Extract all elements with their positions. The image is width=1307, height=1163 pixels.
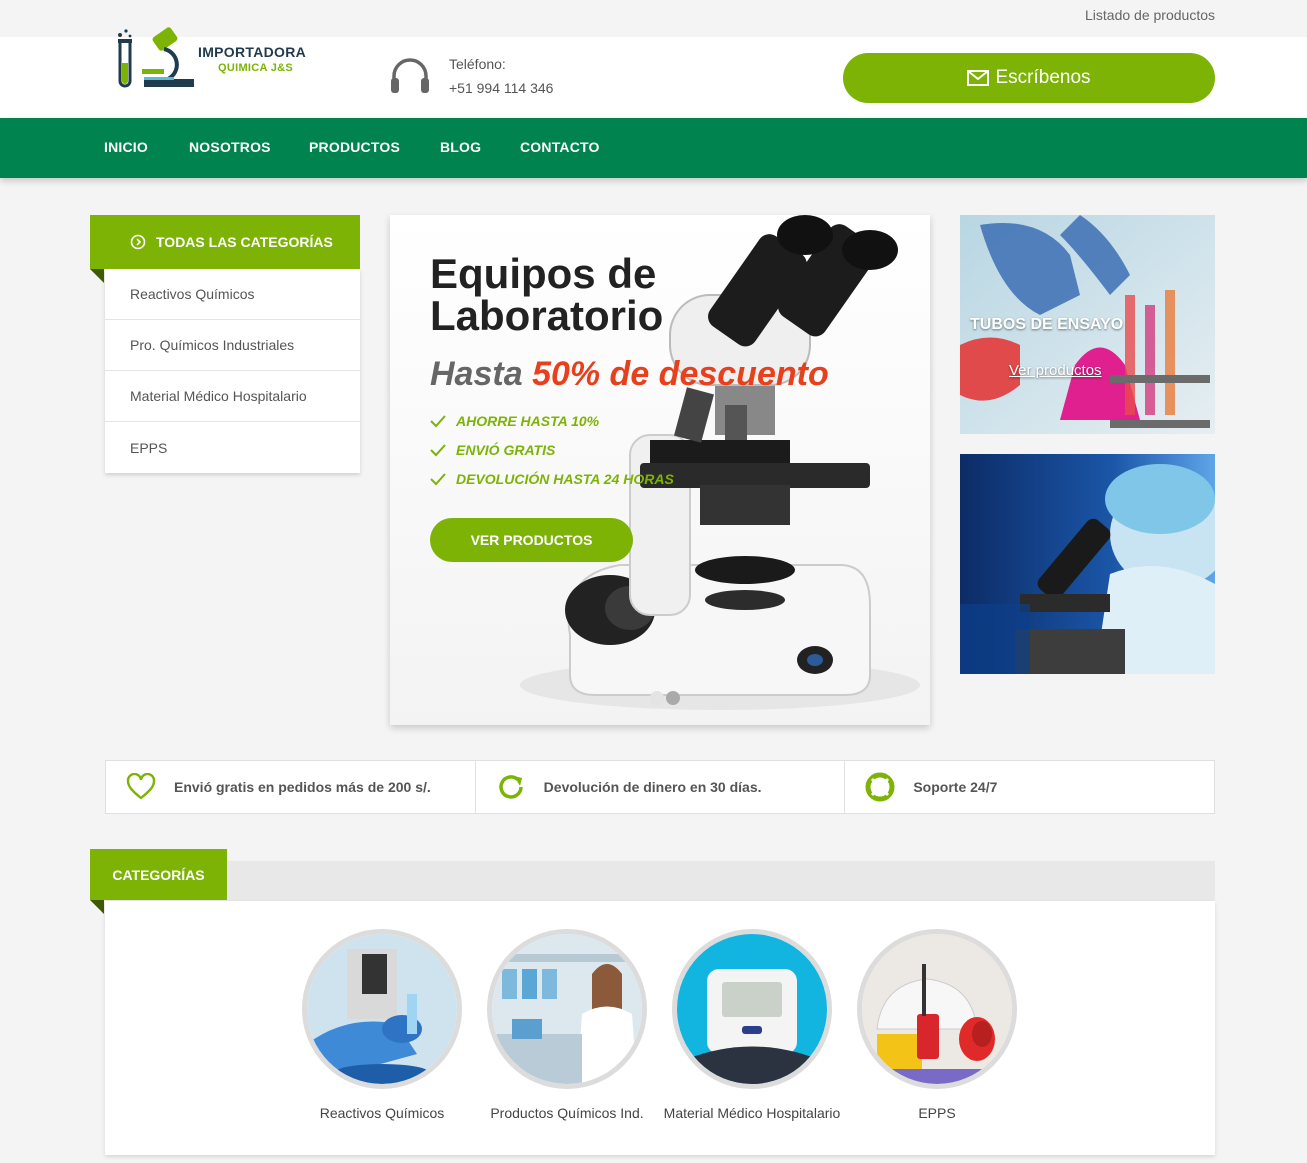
write-us-button[interactable]: Escríbenos	[843, 53, 1215, 103]
features-strip: Envió gratis en pedidos más de 200 s/. D…	[105, 760, 1215, 814]
category-card-epps[interactable]: EPPS	[842, 929, 1032, 1121]
refresh-icon	[498, 775, 523, 799]
category-image	[302, 929, 462, 1089]
hero-feature-label: ENVIÓ GRATIS	[456, 442, 556, 458]
nav-item-productos[interactable]: PRODUCTOS	[309, 139, 400, 155]
phone-label: Teléfono:	[449, 56, 506, 72]
sidebar-item-industriales[interactable]: Pro. Químicos Industriales	[105, 320, 360, 371]
logo-icon	[118, 27, 194, 88]
heart-icon	[126, 773, 156, 800]
category-image	[857, 929, 1017, 1089]
lifebuoy-icon	[865, 772, 895, 802]
sidebar-item-reactivos[interactable]: Reactivos Químicos	[105, 269, 360, 320]
hero-title: Equipos de Laboratorio	[430, 250, 664, 339]
category-name[interactable]: Productos Químicos Ind.	[472, 1105, 662, 1121]
headset-icon	[391, 58, 429, 93]
envelope-icon	[967, 70, 990, 86]
promo-lab-research[interactable]	[960, 454, 1215, 674]
category-list: Reactivos Químicos Pro. Químicos Industr…	[105, 269, 360, 473]
feature-label: Devolución de dinero en 30 días.	[543, 779, 762, 795]
hero-subtitle: Hasta 50% de descuento	[430, 355, 829, 394]
hero-subtitle-highlight: 50% de descuento	[532, 355, 829, 393]
promo-link[interactable]: Ver productos	[1009, 362, 1102, 379]
categories-title: CATEGORÍAS	[90, 849, 227, 900]
category-card-industriales[interactable]: Productos Químicos Ind.	[472, 929, 662, 1121]
hero-feature-label: DEVOLUCIÓN HASTA 24 HORAS	[456, 471, 674, 487]
hero-feature: ENVIÓ GRATIS	[430, 442, 555, 458]
sidebar-item-medico[interactable]: Material Médico Hospitalario	[105, 371, 360, 422]
feature-money-back: Devolución de dinero en 30 días.	[476, 761, 846, 813]
category-card-medico[interactable]: Material Médico Hospitalario	[657, 929, 847, 1121]
promo-test-tubes[interactable]: TUBOS DE ENSAYO Ver productos	[960, 215, 1215, 434]
slider-dot-1[interactable]	[650, 691, 664, 705]
feature-label: Envió gratis en pedidos más de 200 s/.	[174, 779, 431, 795]
category-sidebar: TODAS LAS CATEGORÍAS Reactivos Químicos …	[90, 215, 360, 473]
feature-free-shipping: Envió gratis en pedidos más de 200 s/.	[106, 761, 476, 813]
circle-chevron-right-icon	[130, 234, 146, 250]
logo-subtitle: QUIMICA J&S	[218, 62, 294, 74]
categories-header-bar	[105, 861, 1215, 901]
category-card-reactivos[interactable]: Reactivos Químicos	[287, 929, 477, 1121]
sidebar-item-epps[interactable]: EPPS	[105, 422, 360, 473]
write-us-label: Escríbenos	[995, 67, 1091, 88]
slider-dot-2-active[interactable]	[666, 691, 680, 705]
scientist-microscope-image	[960, 454, 1215, 674]
nav-item-nosotros[interactable]: NOSOTROS	[189, 139, 271, 155]
check-icon	[430, 444, 446, 457]
view-products-button[interactable]: VER PRODUCTOS	[430, 518, 633, 562]
feature-label: Soporte 24/7	[913, 779, 998, 795]
logo-title: IMPORTADORA	[198, 44, 307, 60]
logo[interactable]: IMPORTADORA QUIMICA J&S	[112, 27, 322, 97]
hero-slider: Equipos de Laboratorio Hasta 50% de desc…	[390, 215, 930, 725]
feature-support: Soporte 24/7	[845, 761, 1214, 813]
check-icon	[430, 415, 446, 428]
header: IMPORTADORA QUIMICA J&S Teléfono: +51 99…	[0, 27, 1307, 118]
hero-feature: DEVOLUCIÓN HASTA 24 HORAS	[430, 471, 674, 487]
ribbon-fold	[90, 269, 104, 283]
phone-number[interactable]: +51 994 114 346	[449, 80, 553, 96]
nav-item-contacto[interactable]: CONTACTO	[520, 139, 600, 155]
nav-item-blog[interactable]: BLOG	[440, 139, 481, 155]
hero-feature-label: AHORRE HASTA 10%	[456, 413, 600, 429]
category-name[interactable]: Reactivos Químicos	[287, 1105, 477, 1121]
hero-feature: AHORRE HASTA 10%	[430, 413, 599, 429]
check-icon	[430, 473, 446, 486]
hero-subtitle-prefix: Hasta	[430, 355, 523, 393]
ribbon-fold	[90, 900, 104, 914]
all-categories-header[interactable]: TODAS LAS CATEGORÍAS	[90, 215, 360, 283]
categories-grid: Reactivos Químicos Productos Químicos In…	[105, 901, 1215, 1155]
nav-item-inicio[interactable]: INICIO	[104, 139, 148, 155]
category-name[interactable]: Material Médico Hospitalario	[657, 1105, 847, 1121]
product-list-link[interactable]: Listado de productos	[1085, 7, 1215, 23]
category-image	[672, 929, 832, 1089]
all-categories-title: TODAS LAS CATEGORÍAS	[156, 234, 333, 250]
category-name[interactable]: EPPS	[842, 1105, 1032, 1121]
main-nav: INICIO NOSOTROS PRODUCTOS BLOG CONTACTO	[0, 118, 1307, 178]
category-image	[487, 929, 647, 1089]
promo-title: TUBOS DE ENSAYO	[970, 316, 1124, 333]
